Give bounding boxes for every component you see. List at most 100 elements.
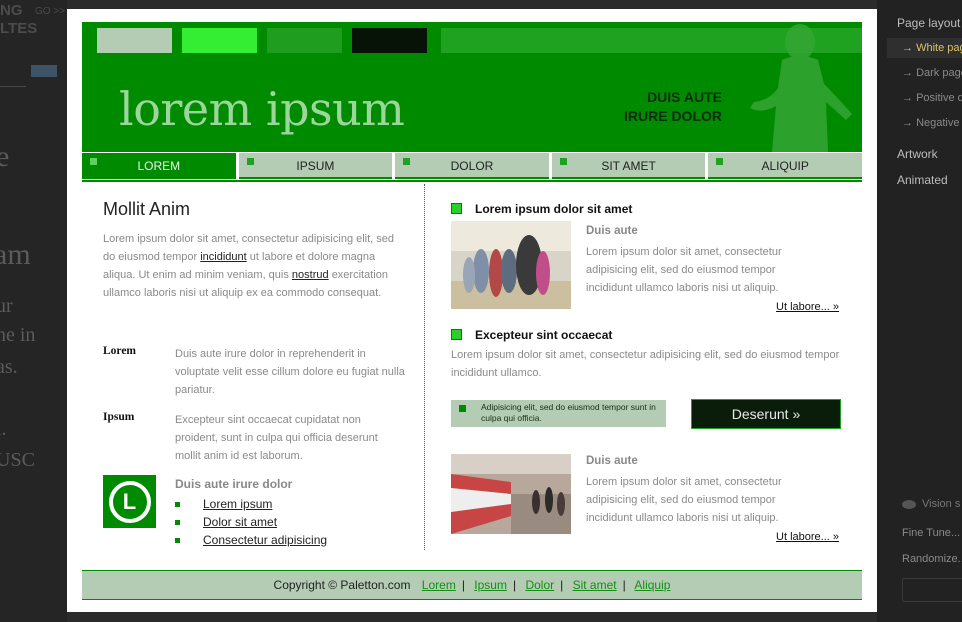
subway-photo [451,454,571,534]
l-logo-badge: L [103,475,156,528]
nav-marker [559,158,567,165]
vision-simulation[interactable]: Vision s [902,498,960,510]
tagline-line-1: DUIS AUTE [647,89,722,105]
read-more-link[interactable]: Ut labore... » [776,531,839,543]
bg-text-line: e [0,140,10,173]
bullet-icon [175,502,180,507]
bullet-icon [175,538,180,543]
randomize-button[interactable]: Randomize... [902,553,962,565]
bg-heading: NG LTES [0,2,38,37]
callout-marker [459,405,466,412]
section-title: Mollit Anim [103,199,191,219]
callout-text: Adipisicing elit, sed do eiusmod tempor … [481,402,656,423]
l-letter-icon: L [108,480,151,523]
column-divider [424,184,425,550]
heading-marker [451,329,462,340]
nav-label: IPSUM [296,159,335,173]
footer-link-dolor[interactable]: Dolor [525,578,554,592]
option-negative[interactable]: → Negative c [902,117,962,129]
nav-marker [90,158,97,165]
footer-link-aliquip[interactable]: Aliquip [634,578,670,592]
bullet-icon [175,520,180,525]
background-page-left: NG LTES GO >> e am ur ne in as. l. USC [0,0,67,622]
silhouette-artwork [750,24,852,152]
preview-page: lorem ipsum DUIS AUTE IRURE DOLOR LOREM … [67,9,877,612]
left-column: Mollit Anim Lorem ipsum dolor sit amet, … [103,199,405,547]
option-white-page[interactable]: → White page [902,42,962,54]
read-more-link[interactable]: Ut labore... » [776,301,839,313]
article-3-text: Duis aute Lorem ipsum dolor sit amet, co… [586,452,816,527]
nav-marker [403,158,411,165]
list-title: Duis aute irure dolor [175,477,293,491]
footer-link-sit-amet[interactable]: Sit amet [573,578,617,592]
site-logo: lorem ipsum [119,82,405,136]
article-subtitle: Duis aute [586,225,638,237]
vision-label: Vision s [922,498,961,510]
deserunt-button[interactable]: Deserunt » [691,399,841,429]
nav-item-aliquip[interactable]: ALIQUIP [708,153,862,179]
option-label: Negative c [916,117,962,129]
list-link-label: Lorem ipsum [203,497,273,511]
heading-text: Lorem ipsum dolor sit amet [475,202,633,216]
panel-button[interactable] [902,578,962,602]
bg-text-line: l. [0,418,7,440]
list-link-label: Dolor sit amet [203,515,278,529]
list-link[interactable]: Consectetur adipisicing [175,531,327,549]
color-swatch [182,28,257,53]
list-link-label: Consectetur adipisicing [203,533,328,547]
header-tagline: DUIS AUTE IRURE DOLOR [624,88,722,126]
option-positive[interactable]: → Positive de [902,92,962,104]
tagline-line-2: IRURE DOLOR [624,108,722,124]
option-label: Dark page [916,67,962,79]
article-body: Lorem ipsum dolor sit amet, consectetur … [586,246,782,294]
nav-label: LOREM [137,159,181,173]
article-title: Excepteur sint occaecat [451,328,841,342]
article-title: Lorem ipsum dolor sit amet [451,202,841,216]
bg-text-line: ur [0,295,13,317]
definition-term: Ipsum [103,411,135,423]
color-swatch [267,28,342,53]
list-link[interactable]: Dolor sit amet [175,513,327,531]
footer-separator: | [622,578,626,592]
footer-separator: | [512,578,517,592]
nav-marker [246,158,254,165]
list-link[interactable]: Lorem ipsum [175,495,327,513]
copyright: Copyright © Paletton.com [273,578,411,592]
option-dark-page[interactable]: → Dark page [902,67,962,79]
bg-text-line: am [0,238,31,271]
nav-item-lorem[interactable]: LOREM [82,153,236,179]
article-body: Lorem ipsum dolor sit amet, consectetur … [586,476,782,524]
main-nav: LOREM IPSUM DOLOR SIT AMET ALIQUIP [82,153,862,179]
footer-link-lorem[interactable]: Lorem [422,578,456,592]
option-label: White page [916,42,962,54]
footer-link-ipsum[interactable]: Ipsum [474,578,507,592]
artwork-option[interactable]: Artwork [897,147,938,161]
link-nostrud[interactable]: nostrud [292,269,329,281]
article-2-text: Lorem ipsum dolor sit amet, consectetur … [451,349,840,379]
color-swatch [352,28,427,53]
bg-flag-icon [31,65,57,77]
bg-text-line: USC [0,449,35,471]
link-incididunt[interactable]: incididunt [200,251,246,263]
bg-text-line: as. [0,356,18,378]
animated-option[interactable]: Animated [897,173,948,187]
nav-label: ALIQUIP [761,159,809,173]
footer-separator: | [560,578,564,592]
nav-label: SIT AMET [601,159,656,173]
bg-text-line: ne in [0,324,36,346]
definition-term: Lorem [103,345,137,357]
bg-go-link: GO >> [35,6,66,17]
article-subtitle: Duis aute [586,455,638,467]
nav-item-sit-amet[interactable]: SIT AMET [551,153,706,179]
article-heading-1: Lorem ipsum dolor sit amet [451,202,841,216]
nav-label: DOLOR [450,159,494,173]
heading-text: Excepteur sint occaecat [475,328,613,342]
callout-box: Adipisicing elit, sed do eiusmod tempor … [451,400,666,427]
options-panel: Page layout → White page → Dark page → P… [877,0,962,622]
fine-tune-button[interactable]: Fine Tune... [902,527,960,539]
color-swatch [97,28,172,53]
bullet-list: Duis aute irure dolor Lorem ipsum Dolor … [175,477,327,549]
nav-item-ipsum[interactable]: IPSUM [238,153,393,179]
nav-item-dolor[interactable]: DOLOR [395,153,549,179]
definition-desc: Excepteur sint occaecat cupidatat non pr… [175,414,378,462]
